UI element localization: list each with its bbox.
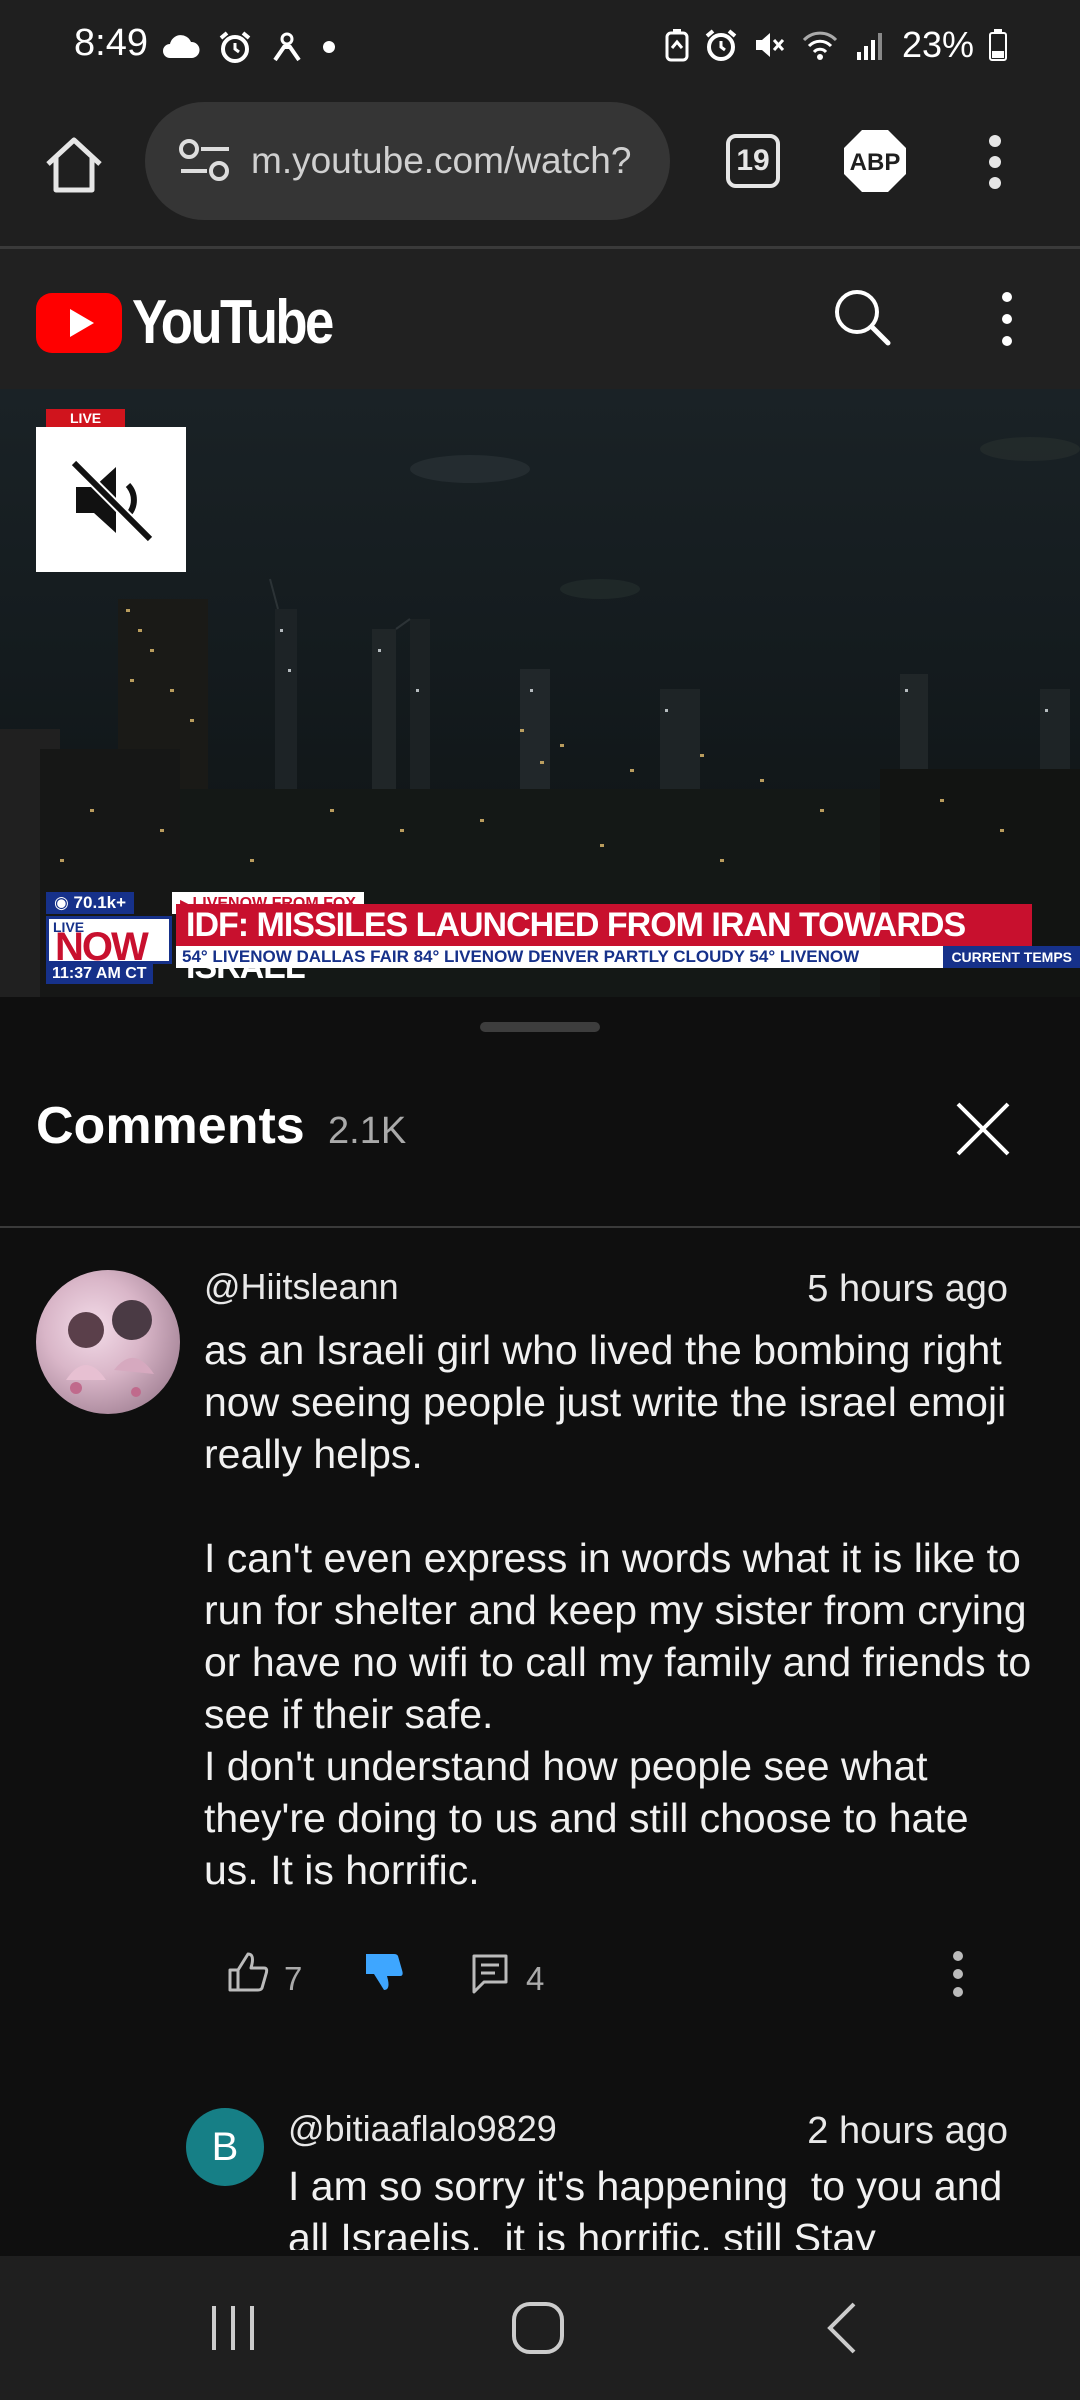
ticker-text: 54° LIVENOW DALLAS FAIR 84° LIVENOW DENV… xyxy=(182,947,860,966)
home-icon[interactable] xyxy=(38,130,110,202)
abp-icon[interactable]: ABP xyxy=(842,128,908,194)
thumb-down-icon[interactable] xyxy=(362,1950,406,1994)
wifi-icon xyxy=(802,31,838,60)
tab-switcher-button[interactable]: 19 xyxy=(726,134,780,188)
cloud-icon xyxy=(163,35,200,58)
youtube-logo[interactable]: YouTube xyxy=(36,287,367,358)
status-left-icons xyxy=(160,30,336,64)
weather-ticker: 54° LIVENOW DALLAS FAIR 84° LIVENOW DENV… xyxy=(176,946,1080,968)
alarm-icon xyxy=(705,29,737,61)
battery-saver-icon xyxy=(665,29,689,62)
search-icon[interactable] xyxy=(830,285,894,349)
notification-dot-icon xyxy=(323,41,335,53)
avatar[interactable] xyxy=(36,1270,180,1414)
mute-icon xyxy=(755,33,785,57)
address-bar[interactable]: m.youtube.com/watch? xyxy=(145,102,670,220)
comment-actions: 7 4 xyxy=(226,1950,1026,2006)
viewer-count: ◉ 70.1k+ xyxy=(46,892,135,914)
comment-text: as an Israeli girl who lived the bombing… xyxy=(204,1327,1032,1893)
like-count: 7 xyxy=(284,1960,303,1997)
url-text[interactable]: m.youtube.com/watch? xyxy=(251,140,656,182)
status-right-icons: 23% xyxy=(664,24,1008,66)
nav-home-icon[interactable] xyxy=(510,2300,566,2356)
mute-icon xyxy=(70,459,154,543)
reply-icon[interactable] xyxy=(470,1952,510,1994)
youtube-wordmark: YouTube xyxy=(132,288,334,357)
youtube-more-vert-icon[interactable] xyxy=(990,289,1024,349)
drag-handle[interactable] xyxy=(480,1022,600,1032)
tune-icon[interactable] xyxy=(177,138,233,182)
reply-author[interactable]: @bitiaaflalo9829 xyxy=(288,2108,557,2150)
livenow-logo: LIVE NOW xyxy=(46,916,172,969)
nav-recent-icon[interactable] xyxy=(208,2302,258,2354)
reply-count: 4 xyxy=(526,1960,545,1997)
nav-back-icon[interactable] xyxy=(822,2300,862,2356)
reply-time: 2 hours ago xyxy=(807,2110,1008,2152)
battery-icon xyxy=(989,29,1007,61)
alarm-icon xyxy=(219,31,251,63)
avatar[interactable]: B xyxy=(186,2108,264,2186)
signal-icon xyxy=(856,33,882,60)
headline-banner: IDF: MISSILES LAUNCHED FROM IRAN TOWARDS… xyxy=(176,904,1032,986)
status-bar: 8:49 23% xyxy=(0,0,1080,96)
battery-percentage: 23% xyxy=(901,24,974,65)
news-lower-third: ◉ 70.1k+ ▸ LIVENOW FROM FOX LIVE NOW IDF… xyxy=(46,892,1080,986)
close-icon[interactable] xyxy=(952,1098,1014,1160)
sleep-mode-icon xyxy=(273,32,301,62)
system-navigation-bar xyxy=(0,2256,1080,2400)
svg-text:ABP: ABP xyxy=(850,149,901,176)
live-badge: LIVE xyxy=(46,409,126,427)
comments-title: Comments xyxy=(36,1097,305,1155)
video-player[interactable]: LIVE ◉ 70.1k+ ▸ LIVENOW FROM FOX LIVE NO… xyxy=(0,389,1080,997)
browser-more-vert-icon[interactable] xyxy=(980,132,1010,192)
comments-header: Comments 2.1K xyxy=(0,1040,1080,1228)
comment-more-vert-icon[interactable] xyxy=(952,1950,964,1998)
youtube-play-icon xyxy=(36,292,122,353)
comment-author[interactable]: @Hiitsleann xyxy=(204,1266,399,1308)
youtube-header: YouTube xyxy=(0,249,1080,389)
status-time: 8:49 xyxy=(74,22,148,64)
thumb-up-icon[interactable] xyxy=(226,1950,270,1994)
broadcast-time: 11:37 AM CT xyxy=(46,964,153,984)
current-temps-label: CURRENT TEMPS xyxy=(943,946,1080,968)
reply-text: I am so sorry it's happening to you and … xyxy=(288,2163,1014,2250)
comment-time: 5 hours ago xyxy=(807,1268,1008,1310)
browser-toolbar: m.youtube.com/watch? 19 ABP xyxy=(0,96,1080,249)
avatar-image xyxy=(66,1300,154,1397)
unmute-button[interactable] xyxy=(36,427,186,572)
comments-count: 2.1K xyxy=(328,1110,407,1152)
